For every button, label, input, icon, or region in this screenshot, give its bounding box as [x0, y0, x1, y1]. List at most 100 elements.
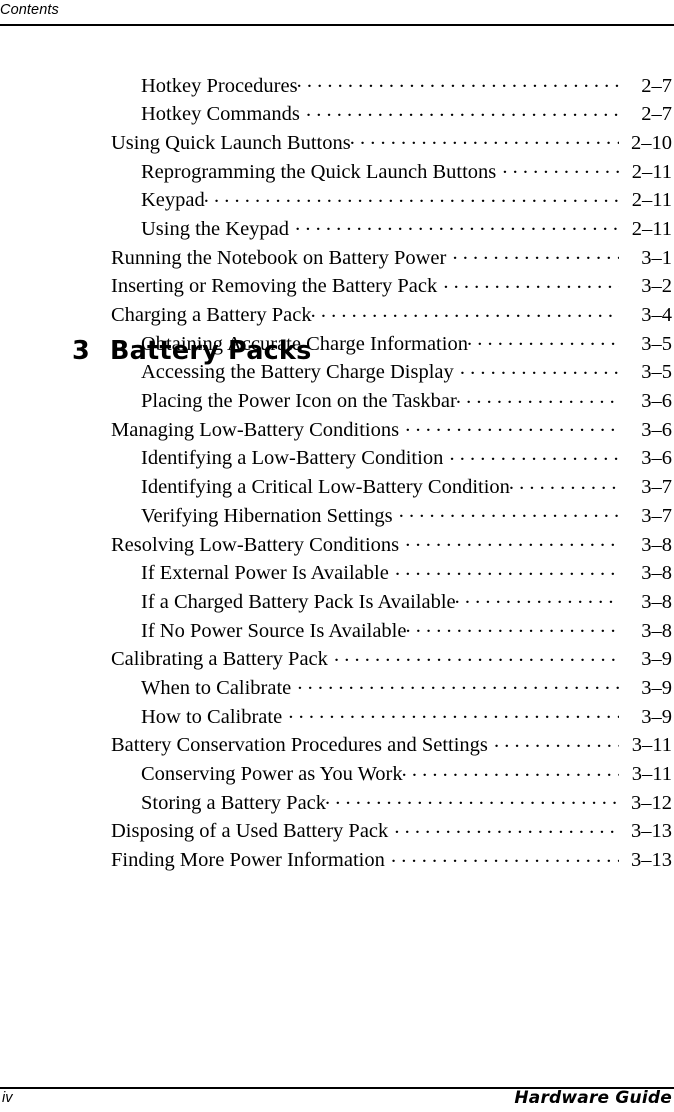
dot-leader: [204, 186, 619, 207]
toc-entry[interactable]: Managing Low-Battery Conditions 3–6: [0, 415, 674, 444]
toc-entry[interactable]: Disposing of a Used Battery Pack 3–13: [0, 817, 674, 846]
toc-entry-title: Using Quick Launch Buttons: [111, 131, 351, 154]
dot-leader: [494, 731, 619, 752]
dot-leader: [297, 673, 619, 694]
toc-entry-title: Identifying a Low-Battery Condition: [141, 447, 449, 470]
toc-entry-page-number: 3–13: [631, 820, 672, 843]
toc-entry[interactable]: Storing a Battery Pack 3–12: [0, 788, 674, 817]
dot-leader: [399, 501, 619, 522]
toc-entry[interactable]: If No Power Source Is Available 3–8: [0, 616, 674, 645]
toc-entry-title: Inserting or Removing the Battery Pack: [111, 275, 443, 298]
dot-leader: [306, 100, 619, 121]
toc-entry-title: Finding More Power Information: [111, 849, 390, 872]
dot-leader: [502, 157, 619, 178]
toc-entry-title: Running the Notebook on Battery Power: [111, 246, 452, 269]
toc-entry-title: Reprogramming the Quick Launch Buttons: [141, 160, 502, 183]
toc-entry-page-number: 3–6: [641, 390, 672, 413]
document-page: Contents Hotkey Procedures2–7Hotkey Comm…: [0, 0, 674, 1112]
dot-leader: [455, 587, 619, 608]
toc-entry-page-number: 3–8: [641, 619, 672, 642]
dot-leader: [452, 243, 619, 264]
toc-entry[interactable]: Reprogramming the Quick Launch Buttons 2…: [0, 157, 674, 186]
dot-leader: [394, 817, 619, 838]
toc-entry-title: Battery Conservation Procedures and Sett…: [111, 734, 494, 757]
toc-entry[interactable]: Running the Notebook on Battery Power 3–…: [0, 243, 674, 272]
toc-entry-title: Identifying a Critical Low-Battery Condi…: [141, 476, 510, 499]
toc-entry-title: Conserving Power as You Work: [141, 763, 403, 785]
toc-entry-page-number: 3–7: [641, 476, 672, 499]
toc-entry-page-number: 2–11: [631, 189, 672, 212]
toc-entry-page-number: 3–11: [631, 734, 672, 757]
toc-entry-title: How to Calibrate: [141, 705, 288, 728]
toc-entry-page-number: 3–8: [641, 590, 672, 613]
dot-leader: [311, 301, 619, 322]
toc-entry-page-number: 3–13: [631, 849, 672, 872]
toc-entry-page-number: 3–12: [631, 791, 672, 814]
header-rule: [0, 24, 674, 26]
toc-entry-title: Placing the Power Icon on the Taskbar: [141, 390, 457, 413]
toc-entry-page-number: 2–11: [631, 160, 672, 183]
toc-entry-title: Storing a Battery Pack: [141, 791, 327, 814]
toc-entry-title: When to Calibrate: [141, 676, 297, 699]
toc-entry-page-number: 2–7: [641, 103, 672, 126]
toc-entry-page-number: 3–6: [641, 447, 672, 470]
toc-entry[interactable]: Placing the Power Icon on the Taskbar 3–6: [0, 387, 674, 416]
toc-entry-page-number: 2–11: [631, 217, 672, 240]
toc-entry[interactable]: Resolving Low-Battery Conditions 3–8: [0, 530, 674, 559]
toc-entry[interactable]: Keypad 2–11: [0, 186, 674, 215]
toc-entry[interactable]: Battery Conservation Procedures and Sett…: [0, 731, 674, 760]
toc-entry-page-number: 3–11: [631, 763, 672, 785]
toc-entry-title: Hotkey Commands: [141, 103, 305, 126]
toc-entry[interactable]: Verifying Hibernation Settings 3–7: [0, 501, 674, 530]
dot-leader: [443, 272, 619, 293]
toc-entry-page-number: 3–9: [641, 705, 672, 728]
toc-entry[interactable]: If a Charged Battery Pack Is Available 3–…: [0, 587, 674, 616]
toc-entry[interactable]: When to Calibrate 3–9: [0, 673, 674, 702]
toc-entry-page-number: 3–2: [641, 275, 672, 298]
dot-leader: [405, 616, 619, 637]
toc-entry-page-number: 2–10: [631, 131, 672, 154]
toc-entry[interactable]: Conserving Power as You Work 3–11: [0, 760, 674, 789]
toc-entry[interactable]: How to Calibrate 3–9: [0, 702, 674, 731]
toc-entry-page-number: 3–6: [641, 418, 672, 441]
dot-leader: [405, 530, 619, 551]
toc-entry-title: Disposing of a Used Battery Pack: [111, 820, 394, 843]
dot-leader: [325, 788, 619, 809]
toc-entry[interactable]: Finding More Power Information 3–13: [0, 846, 674, 875]
toc-entry-page-number: 3–9: [641, 648, 672, 671]
toc-entry-page-number: 2–7: [641, 74, 672, 97]
toc-entry[interactable]: Identifying a Critical Low-Battery Condi…: [0, 473, 674, 502]
toc-entry[interactable]: Calibrating a Battery Pack 3–9: [0, 645, 674, 674]
toc-entry-page-number: 3–8: [641, 533, 672, 556]
toc-entry-page-number: 3–7: [641, 504, 672, 527]
toc-entry[interactable]: Hotkey Commands 2–7: [0, 100, 674, 129]
toc-entry[interactable]: Identifying a Low-Battery Condition 3–6: [0, 444, 674, 473]
toc-entry-title: Resolving Low-Battery Conditions: [111, 533, 405, 556]
dot-leader: [405, 415, 619, 436]
page-number: iv: [2, 1090, 13, 1106]
dot-leader: [467, 329, 619, 350]
toc-entry-title: Calibrating a Battery Pack: [111, 648, 334, 671]
toc-section-previous-chapter: Hotkey Procedures2–7Hotkey Commands 2–7U…: [0, 71, 674, 243]
toc-entry[interactable]: Using the Keypad 2–11: [0, 214, 674, 243]
toc-entry[interactable]: Using Quick Launch Buttons 2–10: [0, 128, 674, 157]
dot-leader: [395, 559, 619, 580]
dot-leader: [297, 71, 619, 92]
dot-leader: [350, 128, 619, 149]
toc-entry-page-number: 3–8: [641, 562, 672, 585]
toc-entry-title: Using the Keypad: [141, 217, 295, 240]
toc-entry[interactable]: Inserting or Removing the Battery Pack 3…: [0, 272, 674, 301]
toc-entry[interactable]: If External Power Is Available 3–8: [0, 559, 674, 588]
dot-leader: [334, 645, 619, 666]
toc-entry[interactable]: Hotkey Procedures 2–7: [0, 71, 674, 100]
dot-leader: [402, 760, 619, 781]
toc-entry-title: If a Charged Battery Pack Is Available: [141, 590, 456, 613]
toc-entry-title: Keypad: [141, 189, 205, 212]
dot-leader: [391, 846, 619, 867]
toc-entry-title: Managing Low-Battery Conditions: [111, 418, 405, 441]
chapter-title: Battery Packs: [110, 336, 312, 366]
toc-entry-page-number: 3–1: [641, 246, 672, 269]
dot-leader: [288, 702, 619, 723]
toc-entry-title: If External Power Is Available: [141, 562, 394, 585]
guide-title: Hardware Guide: [514, 1088, 672, 1108]
